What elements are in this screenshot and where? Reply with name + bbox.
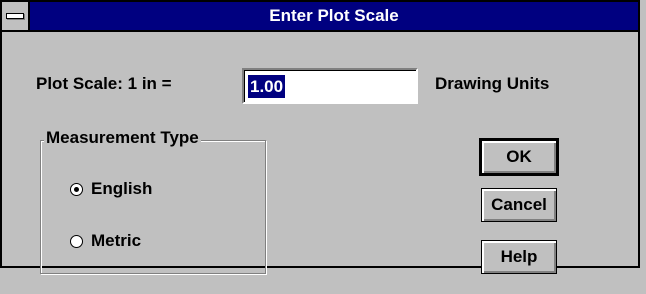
radio-metric[interactable]: Metric — [70, 231, 141, 251]
radio-unselected-icon — [70, 234, 83, 248]
help-button[interactable]: Help — [481, 240, 557, 274]
ok-button[interactable]: OK — [479, 138, 559, 176]
plot-scale-dialog: Enter Plot Scale Plot Scale: 1 in = 1.00… — [0, 0, 640, 274]
measurement-type-title: Measurement Type — [44, 128, 201, 148]
system-menu-icon — [6, 13, 24, 19]
window-title: Enter Plot Scale — [269, 6, 399, 25]
measurement-type-group — [40, 140, 266, 274]
system-menu-button[interactable] — [2, 2, 30, 30]
plot-scale-value: 1.00 — [248, 75, 286, 98]
drawing-units-label: Drawing Units — [435, 74, 550, 93]
cancel-button[interactable]: Cancel — [481, 188, 557, 222]
radio-selected-icon — [70, 182, 83, 196]
radio-english-label: English — [91, 179, 153, 198]
plot-scale-label: Plot Scale: 1 in = — [36, 74, 172, 93]
plot-scale-input[interactable]: 1.00 — [242, 68, 418, 104]
radio-english[interactable]: English — [70, 179, 152, 199]
title-bar[interactable]: Enter Plot Scale — [2, 2, 638, 32]
radio-metric-label: Metric — [91, 231, 142, 250]
